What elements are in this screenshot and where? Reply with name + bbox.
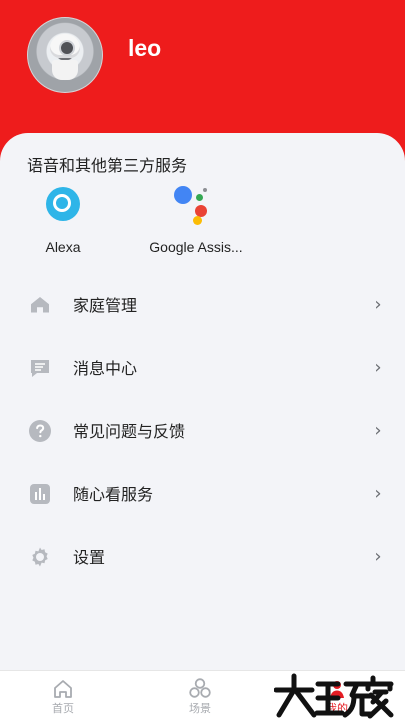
menu-item-home-management[interactable]: 家庭管理 › (0, 281, 405, 331)
menu-item-message-center[interactable]: 消息中心 › (0, 344, 405, 394)
username[interactable]: leo (128, 37, 161, 60)
camera-base-image (52, 60, 78, 80)
bottom-tab-bar: 首页 场景 我的 (0, 670, 405, 721)
alexa-icon (46, 187, 80, 221)
menu-item-faq-feedback[interactable]: 常见问题与反馈 › (0, 407, 405, 457)
menu-item-label: 设置 (73, 548, 106, 567)
settings-icon (28, 545, 52, 569)
home-tab-icon (54, 680, 72, 698)
google-assistant-label: Google Assis... (149, 239, 243, 255)
chevron-right-icon: › (374, 546, 382, 567)
chevron-right-icon: › (374, 357, 382, 378)
chevron-right-icon: › (374, 483, 382, 504)
tab-home-label: 首页 (52, 702, 74, 715)
alexa-service[interactable]: Alexa (24, 184, 102, 258)
menu-item-label: 随心看服务 (73, 485, 154, 504)
tab-scene-label: 场景 (189, 702, 211, 715)
menu-item-label: 常见问题与反馈 (73, 422, 186, 441)
scene-tab-icon (189, 678, 211, 698)
profile-tab-icon (330, 681, 344, 698)
menu-item-label: 消息中心 (73, 359, 138, 378)
chevron-right-icon: › (374, 420, 382, 441)
help-icon (28, 419, 52, 443)
alexa-label: Alexa (45, 239, 81, 255)
camera-lens-image (59, 40, 75, 56)
menu-item-viewing-service[interactable]: 随心看服务 › (0, 470, 405, 520)
home-icon (28, 293, 52, 317)
tab-home[interactable]: 首页 (18, 671, 108, 721)
google-assistant-service[interactable]: Google Assis... (138, 184, 254, 258)
avatar[interactable] (27, 17, 103, 93)
chart-icon (28, 482, 52, 506)
third-party-services-title: 语音和其他第三方服务 (27, 156, 188, 175)
menu-item-label: 家庭管理 (73, 296, 138, 315)
message-icon (28, 356, 52, 380)
tab-profile-label: 我的 (326, 702, 348, 715)
chevron-right-icon: › (374, 294, 382, 315)
tab-profile[interactable]: 我的 (292, 671, 382, 721)
tab-scene[interactable]: 场景 (155, 671, 245, 721)
menu-item-settings[interactable]: 设置 › (0, 533, 405, 583)
google-assistant-icon (174, 186, 216, 225)
